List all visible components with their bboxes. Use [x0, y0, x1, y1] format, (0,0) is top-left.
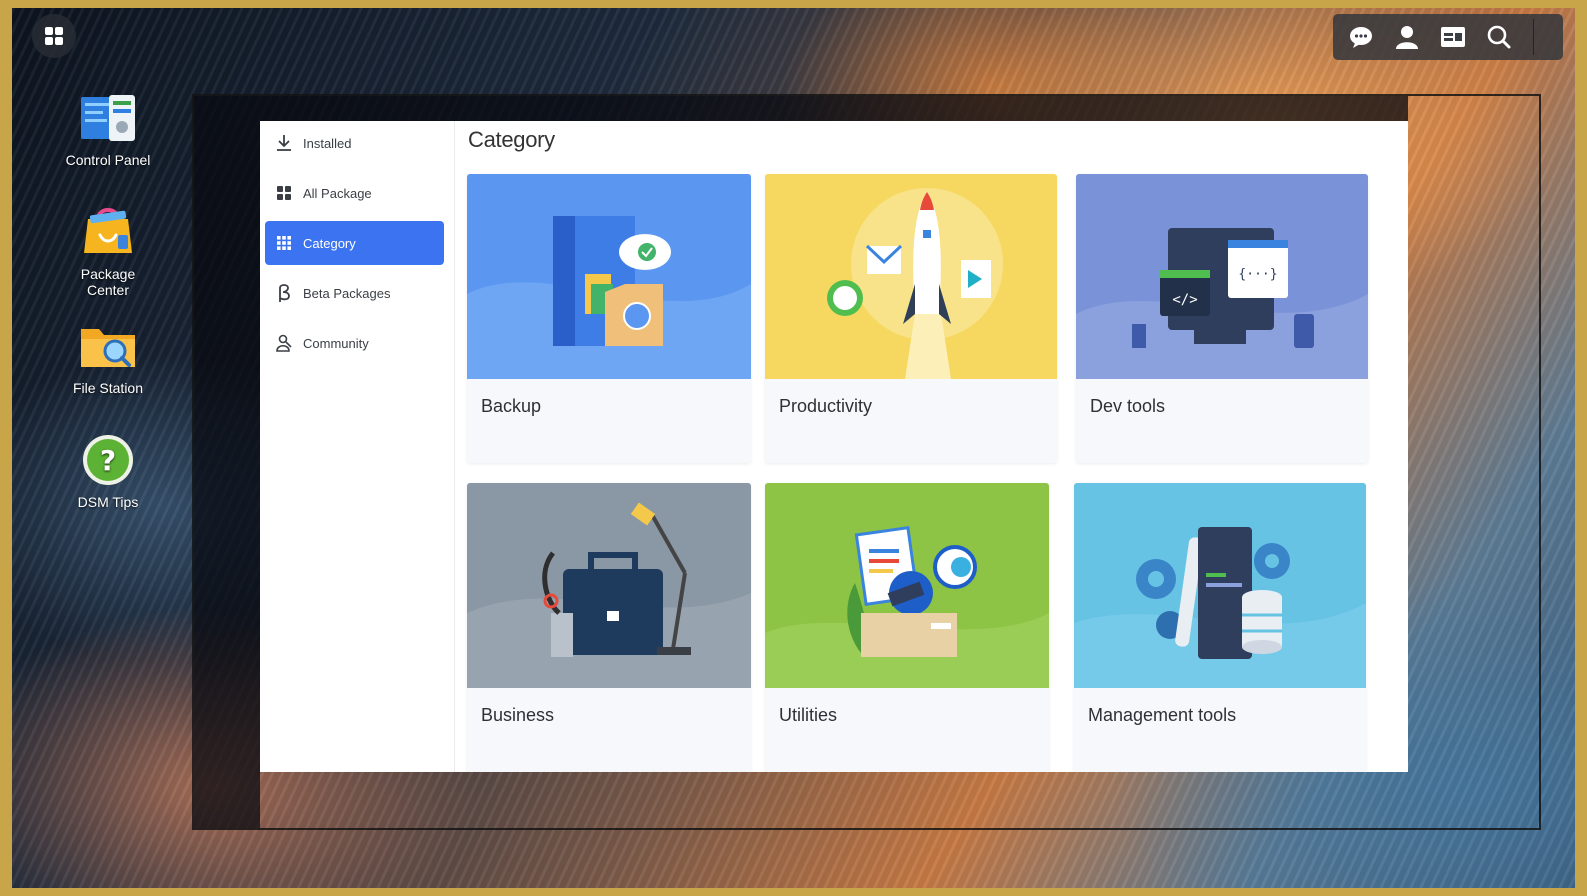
category-card-label: Utilities [779, 705, 838, 725]
category-card-label: Productivity [779, 396, 873, 416]
sidebar: Installed All Package Category Beta Pack… [260, 121, 455, 772]
category-card-utilities[interactable]: Utilities [765, 483, 1049, 772]
widgets-icon [1441, 27, 1465, 47]
beta-icon [275, 284, 293, 302]
desktop-icon-dsm-tips[interactable]: ? DSM Tips [58, 432, 158, 510]
sidebar-item-community[interactable]: Community [265, 321, 444, 365]
dev-tools-illustration: </> {···} [1076, 174, 1368, 379]
control-panel-icon [81, 95, 135, 141]
business-illustration [467, 483, 751, 688]
svg-text:?: ? [100, 444, 116, 477]
download-icon [275, 134, 293, 152]
chat-icon [1350, 27, 1372, 48]
category-card-productivity[interactable]: Productivity [765, 174, 1057, 463]
file-station-icon [81, 329, 135, 367]
category-card-label: Management tools [1088, 705, 1237, 725]
search-icon [1487, 25, 1511, 49]
category-card-management-tools[interactable]: Management tools [1074, 483, 1366, 772]
sidebar-item-label: Community [303, 335, 369, 351]
backup-illustration [467, 174, 751, 379]
page-title: Category [468, 127, 555, 152]
main-menu-button[interactable] [32, 14, 76, 58]
user-button[interactable] [1391, 21, 1423, 53]
sidebar-item-beta-packages[interactable]: Beta Packages [265, 271, 444, 315]
category-card-label: Business [481, 705, 555, 725]
desktop-icon-label: DSM Tips [77, 494, 139, 510]
user-icon [1396, 26, 1418, 49]
system-tray [1333, 14, 1563, 60]
productivity-illustration [765, 174, 1057, 379]
search-button[interactable] [1483, 21, 1515, 53]
sidebar-item-label: Category [303, 235, 356, 251]
category-card-label: Dev tools [1090, 396, 1166, 416]
sidebar-item-label: Installed [303, 135, 352, 151]
desktop-icon-label: File Station [72, 380, 144, 396]
desktop-icon-file-station[interactable]: File Station [58, 318, 158, 396]
help-icon: ? [83, 435, 133, 485]
svg-text:{···}: {···} [1238, 267, 1277, 282]
utilities-illustration [765, 483, 1049, 688]
tray-divider [1533, 19, 1534, 55]
desktop: Control Panel Package Center File Statio… [12, 8, 1575, 888]
grid-icon [275, 184, 293, 202]
desktop-icon-label: Package Center [80, 266, 136, 298]
desktop-icon-package-center[interactable]: Package Center [58, 204, 158, 298]
sidebar-item-label: Beta Packages [303, 285, 391, 301]
category-card-backup[interactable]: Backup [467, 174, 751, 463]
grid-icon [45, 27, 63, 45]
category-card-label: Backup [481, 396, 542, 416]
sidebar-item-all-package[interactable]: All Package [265, 171, 444, 215]
category-card-business[interactable]: Business [467, 483, 751, 772]
svg-text:</>: </> [1172, 292, 1197, 308]
management-tools-illustration [1074, 483, 1366, 688]
package-center-window: Installed All Package Category Beta Pack… [260, 121, 1408, 772]
desktop-icon-control-panel[interactable]: Control Panel [58, 90, 158, 168]
desktop-icon-label: Control Panel [65, 152, 151, 168]
category-grid-icon [275, 234, 293, 252]
sidebar-item-category[interactable]: Category [265, 221, 444, 265]
sidebar-item-installed[interactable]: Installed [265, 121, 444, 165]
category-card-dev-tools[interactable]: </> {···} Dev tools [1076, 174, 1368, 463]
package-center-icon [84, 208, 132, 253]
widgets-button[interactable] [1437, 21, 1469, 53]
chat-button[interactable] [1345, 21, 1377, 53]
community-icon [275, 334, 293, 352]
sidebar-item-label: All Package [303, 185, 372, 201]
